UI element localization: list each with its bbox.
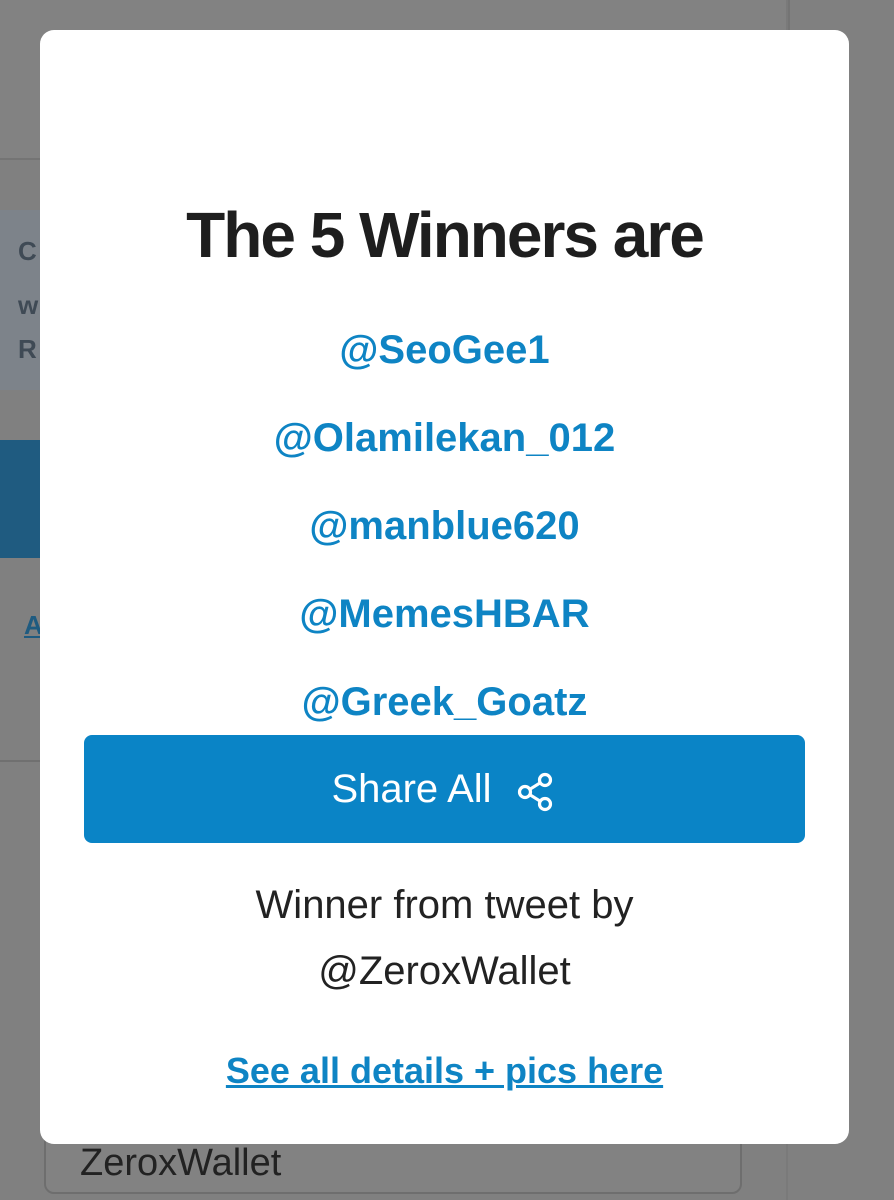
share-all-button[interactable]: Share All [84,735,805,843]
winner-handle[interactable]: @Olamilekan_012 [40,418,849,506]
background-input-value: ZeroxWallet [80,1142,282,1184]
winners-list: @SeoGee1 @Olamilekan_012 @manblue620 @Me… [40,330,849,770]
see-details-link[interactable]: See all details + pics here [40,1050,849,1092]
winners-modal: The 5 Winners are @SeoGee1 @Olamilekan_0… [40,30,849,1144]
tweet-author-handle: @ZeroxWallet [318,949,571,993]
share-all-label: Share All [331,766,492,811]
share-icon [514,770,558,814]
tweet-source: Winner from tweet by @ZeroxWallet [40,872,849,1004]
background-info-text: R [18,334,37,364]
winner-handle[interactable]: @manblue620 [40,506,849,594]
tweet-source-line: Winner from tweet by [255,883,634,927]
modal-title: The 5 Winners are [186,199,705,271]
background-info-text: C [18,236,37,266]
winner-handle[interactable]: @MemesHBAR [40,594,849,682]
background-info-text: w [18,290,39,320]
winner-handle[interactable]: @SeoGee1 [40,330,849,418]
modal-backdrop[interactable]: C w R A ZeroxWallet The 5 Winners are @S… [0,0,894,1200]
